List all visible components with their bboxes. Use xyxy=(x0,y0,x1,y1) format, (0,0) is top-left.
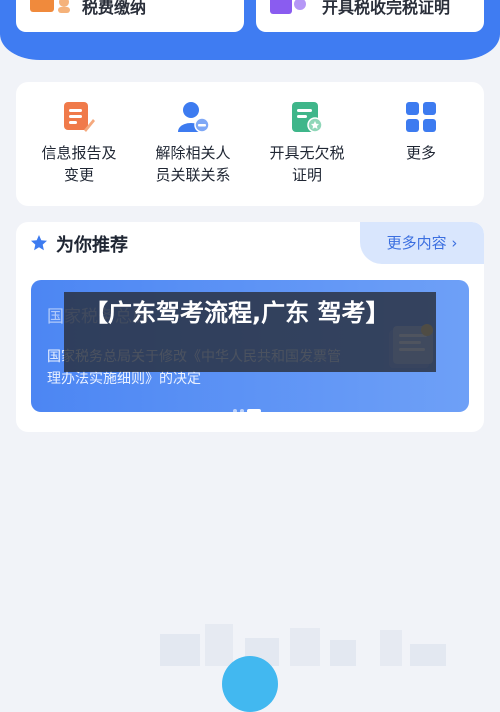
certificate-icon xyxy=(270,0,306,14)
top-card-tax-payment[interactable]: 税费缴纳 xyxy=(16,0,244,32)
grid-icon xyxy=(406,102,436,132)
floating-assistant-button[interactable] xyxy=(222,656,278,712)
carousel-dot xyxy=(240,408,244,412)
quick-action-label: 解除相关人 员关联关系 xyxy=(155,144,231,184)
quick-action-label: 信息报告及 变更 xyxy=(41,144,117,184)
chevron-right-icon: › xyxy=(451,234,458,252)
tax-payment-icon xyxy=(30,0,70,13)
recommend-header: 为你推荐 更多内容 › xyxy=(16,222,484,264)
quick-action-no-arrears-cert[interactable]: 开具无欠税 证明 xyxy=(252,100,362,186)
quick-action-remove-relation[interactable]: 解除相关人 员关联关系 xyxy=(138,100,248,186)
quick-action-label: 开具无欠税 证明 xyxy=(269,144,345,184)
quick-action-more[interactable]: 更多 xyxy=(366,100,476,164)
carousel-dot xyxy=(233,408,237,412)
quick-action-label: 更多 xyxy=(405,144,436,162)
top-card-label: 税费缴纳 xyxy=(82,0,147,17)
more-content-button[interactable]: 更多内容 › xyxy=(360,222,484,264)
document-badge-icon xyxy=(292,102,323,133)
quick-action-info-report[interactable]: 信息报告及 变更 xyxy=(24,100,134,186)
overlay-title: 【广东驾考流程,广东 驾考】 xyxy=(84,299,390,327)
report-edit-icon xyxy=(64,102,95,132)
carousel-indicator xyxy=(233,400,264,412)
top-card-certificate[interactable]: 开具税收完税证明 xyxy=(256,0,484,32)
recommend-title: 为你推荐 xyxy=(56,235,128,256)
top-card-label: 开具税收完税证明 xyxy=(322,0,451,17)
more-content-label: 更多内容 xyxy=(386,234,447,252)
quick-actions-panel: 信息报告及 变更 解除相关人 员关联关系 开具无欠税 证明 更多 xyxy=(16,82,484,206)
user-remove-icon xyxy=(178,102,210,133)
star-icon xyxy=(31,235,47,251)
carousel-dot-active xyxy=(247,408,261,412)
title-overlay: 【广东驾考流程,广东 驾考】 xyxy=(64,292,436,372)
